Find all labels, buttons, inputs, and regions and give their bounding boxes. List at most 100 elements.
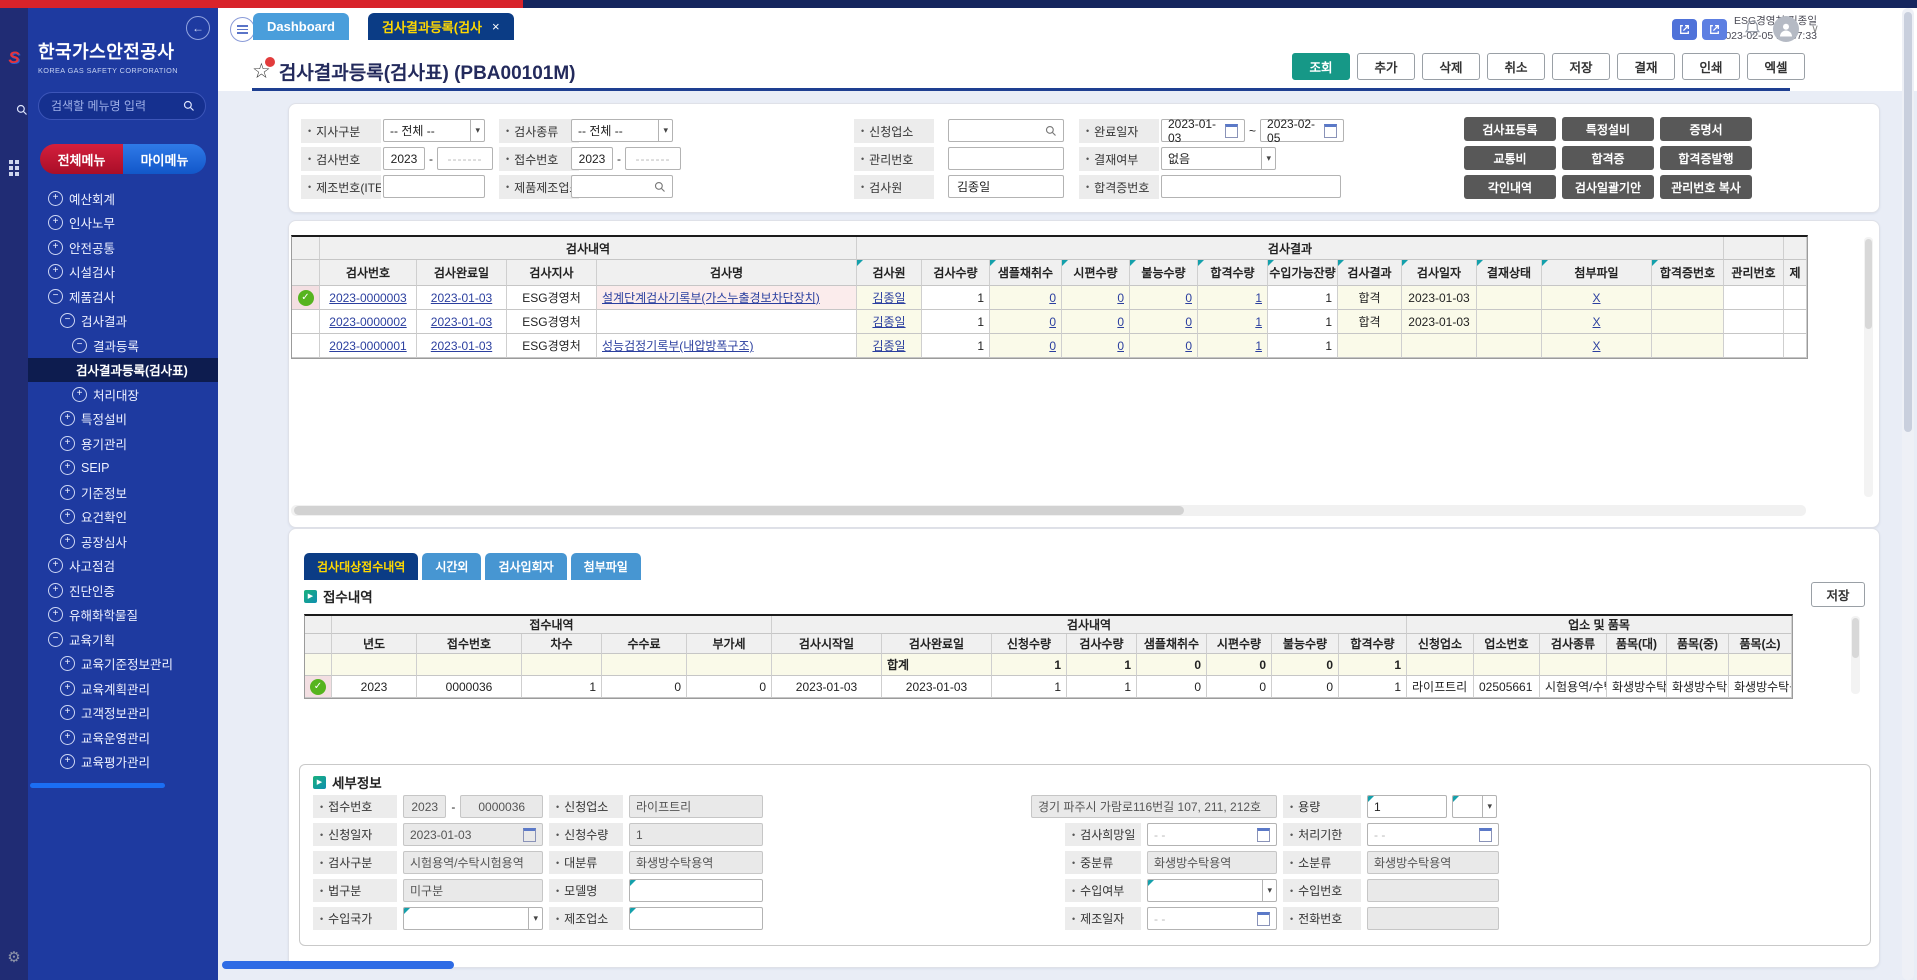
sidebar-item-특정설비[interactable]: +특정설비 — [28, 407, 218, 432]
number-input[interactable]: ------- — [625, 147, 681, 170]
date-field-처리기한[interactable]: - - — [1367, 823, 1499, 846]
menu-search-input[interactable] — [49, 98, 183, 114]
filter-select-결재여부[interactable]: 없음▾ — [1161, 147, 1276, 170]
calendar-icon[interactable] — [1257, 828, 1270, 842]
unit-select[interactable]: ▾ — [1452, 795, 1497, 818]
expand-plus-icon[interactable]: + — [48, 558, 63, 573]
filter-search-신청업소[interactable] — [948, 119, 1064, 142]
저장-button[interactable]: 저장 — [1552, 53, 1610, 80]
calendar-icon[interactable] — [1479, 828, 1492, 842]
grid-link[interactable]: 0 — [1185, 315, 1192, 329]
all-menu-button[interactable]: 전체메뉴 — [40, 144, 123, 174]
collapse-minus-icon[interactable]: − — [72, 338, 87, 353]
filter-input[interactable] — [955, 123, 1045, 139]
grid-link[interactable]: 1 — [1255, 315, 1262, 329]
sidebar-item-교육기준정보관리[interactable]: +교육기준정보관리 — [28, 652, 218, 677]
expand-plus-icon[interactable]: + — [60, 460, 75, 475]
expand-plus-icon[interactable]: + — [48, 583, 63, 598]
grid-link[interactable]: 0 — [1185, 339, 1192, 353]
tab-시간외[interactable]: 시간외 — [422, 553, 481, 580]
grid-link[interactable]: 1 — [1255, 339, 1262, 353]
취소-button[interactable]: 취소 — [1487, 53, 1545, 80]
expand-plus-icon[interactable]: + — [60, 485, 75, 500]
menu-grid-icon[interactable] — [0, 160, 28, 176]
grid-link[interactable]: 김종일 — [872, 289, 905, 306]
expand-plus-icon[interactable]: + — [48, 191, 63, 206]
filter-text-관리번호[interactable] — [948, 147, 1064, 170]
grid-link[interactable]: 김종일 — [872, 337, 905, 354]
tab-검사대상접수내역[interactable]: 검사대상접수내역 — [304, 553, 418, 580]
text-field[interactable]: 1 — [1367, 795, 1447, 818]
sidebar-item-교육평가관리[interactable]: +교육평가관리 — [28, 750, 218, 775]
grid-link[interactable]: 1 — [1255, 291, 1262, 305]
number-input[interactable]: ------- — [437, 147, 493, 170]
search-icon[interactable] — [1045, 125, 1057, 137]
calendar-icon[interactable] — [1225, 124, 1238, 138]
tab-Dashboard[interactable]: Dashboard — [253, 13, 349, 40]
filter-input[interactable] — [578, 179, 654, 195]
menu-search-box[interactable] — [38, 92, 206, 120]
expand-plus-icon[interactable]: + — [60, 509, 75, 524]
close-icon[interactable]: × — [492, 19, 500, 34]
grid-link[interactable]: 2023-01-03 — [431, 291, 492, 305]
year-input[interactable]: 2023 — [383, 147, 425, 170]
grid-vscrollbar-thumb[interactable] — [1865, 239, 1872, 329]
date-field-제조일자[interactable]: - - — [1147, 907, 1277, 930]
open-new-window-icon[interactable] — [1672, 19, 1697, 40]
grid-link[interactable]: 성능검정기록부(내압방폭구조) — [602, 337, 754, 354]
tab-검사입회자[interactable]: 검사입회자 — [485, 553, 566, 580]
row-selector[interactable]: ✓ — [305, 676, 332, 698]
save-button[interactable]: 저장 — [1811, 582, 1865, 607]
삭제-button[interactable]: 삭제 — [1422, 53, 1480, 80]
grid-link[interactable]: 0 — [1049, 291, 1056, 305]
row-selector[interactable]: ✓ — [292, 286, 320, 310]
my-menu-button[interactable]: 마이메뉴 — [123, 144, 206, 174]
grid-link[interactable]: 0 — [1049, 315, 1056, 329]
filter-input[interactable] — [955, 151, 1057, 167]
filter-input[interactable] — [390, 179, 478, 195]
chevron-down-icon[interactable]: ∨ — [1811, 22, 1819, 35]
filter-text-제조번호(ITEM)[interactable] — [383, 175, 485, 198]
settings-gear-icon[interactable]: ⚙ — [0, 948, 28, 966]
row-selector[interactable] — [292, 334, 320, 358]
text-field-모델명[interactable] — [629, 879, 763, 902]
page-hscrollbar-thumb[interactable] — [222, 961, 454, 969]
grid-link[interactable]: 김종일 — [872, 313, 905, 330]
sidebar-item-제품검사[interactable]: −제품검사 — [28, 284, 218, 309]
expand-plus-icon[interactable]: + — [60, 656, 75, 671]
hamburger-icon[interactable] — [230, 17, 255, 42]
date-field-검사희망일[interactable]: - - — [1147, 823, 1277, 846]
expand-plus-icon[interactable]: + — [60, 754, 75, 769]
sidebar-item-용기관리[interactable]: +용기관리 — [28, 431, 218, 456]
sidebar-item-진단인증[interactable]: +진단인증 — [28, 578, 218, 603]
notifications-bell-icon[interactable] — [1743, 19, 1762, 41]
search-icon[interactable] — [654, 181, 666, 193]
calendar-icon[interactable] — [1324, 124, 1337, 138]
grid-link[interactable]: 2023-0000001 — [329, 339, 406, 353]
검사표등록-button[interactable]: 검사표등록 — [1464, 117, 1556, 141]
grid-link[interactable]: 2023-01-03 — [431, 339, 492, 353]
expand-plus-icon[interactable]: + — [60, 534, 75, 549]
sidebar-item-유해화학물질[interactable]: +유해화학물질 — [28, 603, 218, 628]
sidebar-item-SEIP[interactable]: +SEIP — [28, 456, 218, 481]
grid-link[interactable]: 0 — [1049, 339, 1056, 353]
expand-plus-icon[interactable]: + — [48, 607, 63, 622]
tab-검사결과등록(검사[interactable]: 검사결과등록(검사× — [368, 13, 514, 40]
favorite-star-icon[interactable]: ☆ — [252, 59, 271, 84]
date-from-input[interactable]: 2023-01-03 — [1161, 119, 1245, 142]
sidebar-item-인사노무[interactable]: +인사노무 — [28, 211, 218, 236]
expand-plus-icon[interactable]: + — [72, 387, 87, 402]
sidebar-item-검사결과[interactable]: −검사결과 — [28, 309, 218, 334]
row-selector[interactable] — [292, 310, 320, 334]
collapse-minus-icon[interactable]: − — [48, 632, 63, 647]
sidebar-scrollbar[interactable] — [30, 783, 165, 788]
open-popup-icon[interactable] — [1702, 19, 1727, 40]
조회-button[interactable]: 조회 — [1292, 53, 1350, 80]
결재-button[interactable]: 결재 — [1617, 53, 1675, 80]
특정설비-button[interactable]: 특정설비 — [1562, 117, 1654, 141]
expand-plus-icon[interactable]: + — [48, 215, 63, 230]
filter-select-지사구분[interactable]: -- 전체 --▾ — [383, 119, 485, 142]
sidebar-item-공장심사[interactable]: +공장심사 — [28, 529, 218, 554]
sidebar-item-예산회계[interactable]: +예산회계 — [28, 186, 218, 211]
grid-link[interactable]: 0 — [1117, 291, 1124, 305]
